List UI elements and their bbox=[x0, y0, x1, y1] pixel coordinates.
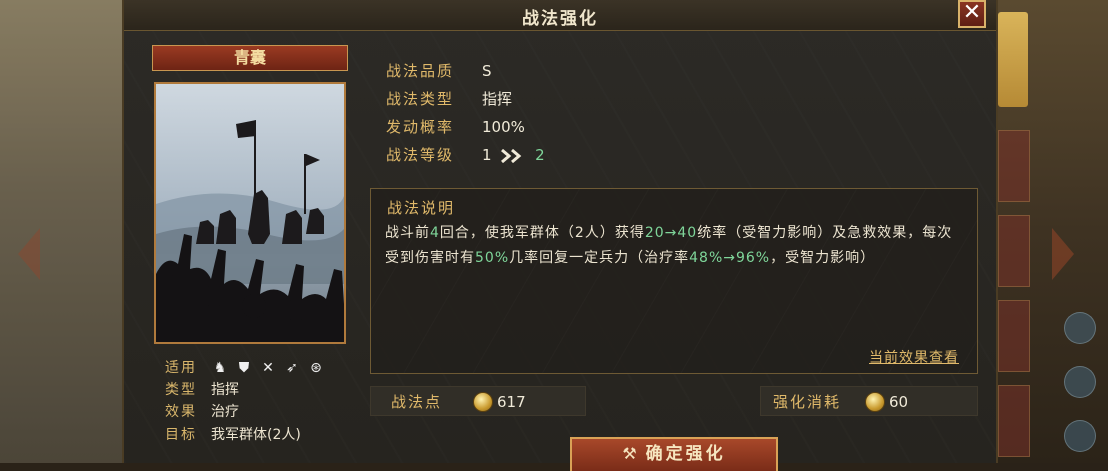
meta-label: 类型 bbox=[165, 382, 197, 398]
background-left bbox=[0, 0, 122, 463]
level-values: 1 2 bbox=[482, 144, 545, 166]
bow-icon: ✕ bbox=[262, 360, 274, 376]
shield-icon: ⛊ bbox=[238, 360, 250, 376]
battle-scene-image bbox=[156, 84, 344, 342]
next-arrow-icon[interactable] bbox=[1052, 228, 1074, 280]
double-chevron-right-icon bbox=[501, 148, 522, 163]
desc-highlight: 4 bbox=[430, 225, 440, 241]
close-button[interactable]: ✕ bbox=[958, 0, 986, 28]
view-current-effect-link[interactable]: 当前效果查看 bbox=[869, 347, 959, 367]
side-circle-button[interactable] bbox=[1064, 312, 1096, 344]
points-value: 617 bbox=[497, 393, 526, 411]
side-tab[interactable] bbox=[998, 300, 1030, 372]
confirm-enhance-button[interactable]: ⚒ 确定强化 bbox=[570, 437, 778, 471]
desc-seg: 几率回复一定兵力（治疗率 bbox=[509, 250, 690, 266]
desc-highlight: 20→40 bbox=[644, 225, 698, 241]
side-tab[interactable] bbox=[998, 130, 1030, 202]
info-label: 战法品质 bbox=[386, 62, 455, 80]
meta-label: 适用 bbox=[165, 360, 197, 376]
info-label: 战法等级 bbox=[386, 146, 455, 164]
cost-label: 强化消耗 bbox=[773, 393, 842, 411]
side-tab-active[interactable] bbox=[998, 12, 1028, 107]
tactic-artwork bbox=[154, 82, 346, 344]
tactic-points-bar: 战法点 617 bbox=[370, 386, 586, 416]
background-right bbox=[992, 0, 1108, 463]
level-next: 2 bbox=[535, 146, 545, 164]
coin-icon bbox=[473, 392, 493, 412]
troop-type-icons: ♞ ⛊ ✕ ➶ ⊛ bbox=[211, 359, 325, 377]
prev-arrow-icon[interactable] bbox=[18, 228, 40, 280]
enhance-cost-bar: 强化消耗 60 bbox=[760, 386, 978, 416]
confirm-label: 确定强化 bbox=[645, 444, 726, 464]
points-label: 战法点 bbox=[391, 393, 443, 411]
side-circle-button[interactable] bbox=[1064, 420, 1096, 452]
info-value: S bbox=[482, 62, 492, 80]
hammer-icon: ⚒ bbox=[622, 444, 640, 463]
side-circle-button[interactable] bbox=[1064, 366, 1096, 398]
tactic-description-panel: 战法说明 战斗前4回合，使我军群体（2人）获得20→40统率（受智力影响）及急救… bbox=[370, 188, 978, 374]
wheel-icon: ⊛ bbox=[310, 360, 322, 376]
info-value: 指挥 bbox=[482, 90, 513, 108]
info-label: 战法类型 bbox=[386, 90, 455, 108]
side-tab[interactable] bbox=[998, 215, 1030, 287]
coin-icon bbox=[865, 392, 885, 412]
dialog-title: 战法强化 bbox=[522, 9, 598, 29]
meta-value: 治疗 bbox=[211, 404, 239, 420]
desc-highlight: 50% bbox=[475, 250, 510, 266]
meta-value: 我军群体(2人) bbox=[211, 427, 301, 443]
cavalry-icon: ♞ bbox=[213, 360, 227, 376]
meta-label: 效果 bbox=[165, 404, 197, 420]
side-tab[interactable] bbox=[998, 385, 1030, 457]
hero-name-banner: 青囊 bbox=[152, 45, 348, 71]
description-text: 战斗前4回合，使我军群体（2人）获得20→40统率（受智力影响）及急救效果，每次… bbox=[385, 221, 967, 271]
desc-seg: ，受智力影响） bbox=[770, 250, 876, 266]
tactic-enhance-dialog: 战法强化 ✕ 青囊 适用 ♞ ⛊ ✕ ➶ ⊛ 类型 指挥 效果 治疗 目标 我军… bbox=[122, 0, 998, 471]
title-bar: 战法强化 ✕ bbox=[124, 0, 996, 31]
meta-label: 目标 bbox=[165, 427, 197, 443]
info-label: 发动概率 bbox=[386, 118, 455, 136]
cost-value: 60 bbox=[889, 393, 909, 411]
desc-seg: 回合，使我军群体（2人）获得 bbox=[439, 225, 645, 241]
spear-icon: ➶ bbox=[286, 360, 298, 376]
desc-highlight: 48%→96% bbox=[689, 250, 771, 266]
level-current: 1 bbox=[482, 146, 492, 164]
info-value: 100% bbox=[482, 118, 525, 136]
desc-seg: 战斗前 bbox=[385, 225, 430, 241]
description-title: 战法说明 bbox=[387, 199, 456, 217]
meta-value: 指挥 bbox=[211, 382, 239, 398]
